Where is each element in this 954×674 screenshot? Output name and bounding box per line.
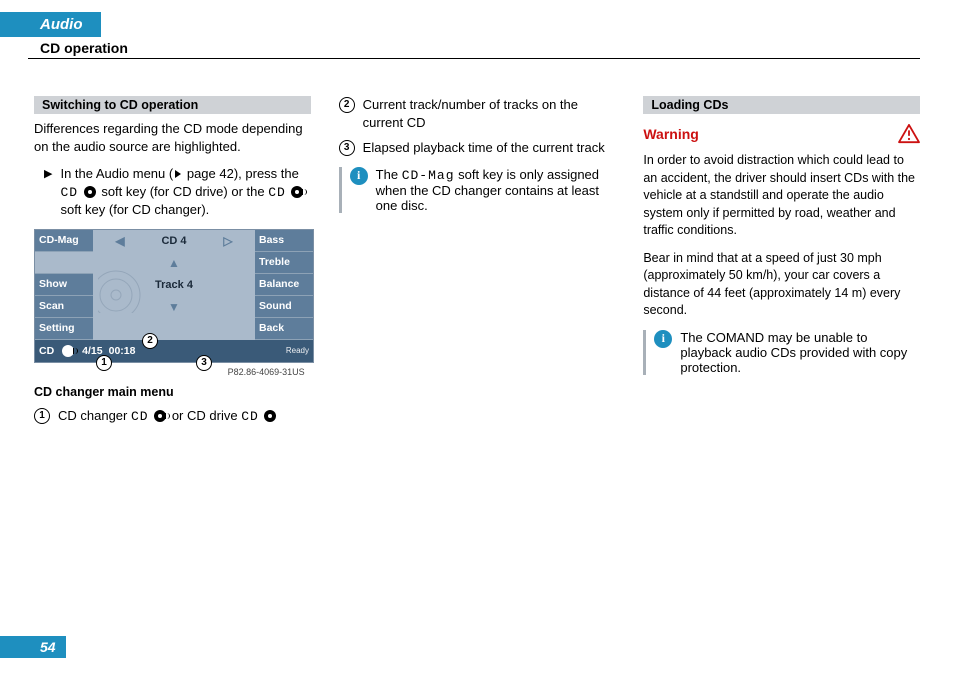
cd-changer-icon <box>291 186 303 198</box>
cd-drive-icon <box>264 410 276 422</box>
subheading-switching: Switching to CD operation <box>34 96 311 114</box>
legend-item-3: 3 Elapsed playback time of the current t… <box>339 139 616 157</box>
text: CD changer <box>58 408 131 423</box>
softkey-label: CD <box>131 409 149 424</box>
info-note: i The CD-Mag soft key is only assigned w… <box>339 167 616 213</box>
text: or CD drive <box>168 408 241 423</box>
info-text: The CD-Mag soft key is only assigned whe… <box>376 167 616 213</box>
info-note-2: i The COMAND may be unable to playback a… <box>643 330 920 375</box>
softkey-cdmag: CD-Mag <box>35 230 93 252</box>
callout-3-ref: 3 <box>339 140 355 156</box>
softkey-bass: Bass <box>255 230 313 252</box>
status-disc-icon <box>62 345 74 357</box>
legend-text: Current track/number of tracks on the cu… <box>363 96 616 131</box>
warning-paragraph-2: Bear in mind that at a speed of just 30 … <box>643 250 920 320</box>
info-text: The COMAND may be unable to playback aud… <box>680 330 920 375</box>
cd-number-label: CD 4 <box>147 230 201 252</box>
softkey-balance: Balance <box>255 274 313 296</box>
warning-label: Warning <box>643 126 698 142</box>
column-1: Switching to CD operation Differences re… <box>34 96 311 433</box>
nav-right-icon: ▷ <box>201 230 255 252</box>
status-bar: CD 4/15 00:18 Ready <box>35 340 313 362</box>
content-columns: Switching to CD operation Differences re… <box>34 96 920 433</box>
subheading-loading: Loading CDs <box>643 96 920 114</box>
legend-text: CD changer CD or CD drive CD <box>58 407 278 426</box>
column-2: 2 Current track/number of tracks on the … <box>339 96 616 433</box>
section-title: CD operation <box>40 40 128 56</box>
instruction-step: ▶ In the Audio menu ( page 42), press th… <box>34 165 311 219</box>
warning-paragraph-1: In order to avoid distraction which coul… <box>643 152 920 240</box>
callout-2-ref: 2 <box>339 97 355 113</box>
legend-item-1: 1 CD changer CD or CD drive CD <box>34 407 311 426</box>
text: The <box>376 167 402 182</box>
softkey-setting: Setting <box>35 318 93 340</box>
softkey-show: Show <box>35 274 93 296</box>
softkey-scan: Scan <box>35 296 93 318</box>
warning-triangle-icon <box>898 124 920 144</box>
softkey-label: CD <box>241 409 259 424</box>
legend-text: Elapsed playback time of the current tra… <box>363 139 605 157</box>
figure-caption: CD changer main menu <box>34 385 311 399</box>
device-screenshot: CD-Mag ◀ CD 4 ▷ Bass ▲ Treble Show Track… <box>34 229 314 363</box>
text: soft key (for CD changer). <box>60 202 209 217</box>
info-icon: i <box>654 330 672 348</box>
chapter-tab: Audio <box>0 12 101 37</box>
figure-reference: P82.86-4069-31US <box>34 367 305 377</box>
status-ready: Ready <box>286 346 309 355</box>
softkey-treble: Treble <box>255 252 313 274</box>
softkey-back: Back <box>255 318 313 340</box>
cd-drive-icon <box>84 186 96 198</box>
status-track-count: 4/15 <box>82 345 102 357</box>
legend-item-2: 2 Current track/number of tracks on the … <box>339 96 616 131</box>
step-marker-icon: ▶ <box>44 167 52 180</box>
manual-page: Audio CD operation Switching to CD opera… <box>0 0 954 674</box>
page-reference: page 42 <box>187 166 234 181</box>
softkey-label: CD <box>60 185 78 200</box>
page-number: 54 <box>0 636 66 658</box>
status-cd: CD <box>39 345 54 357</box>
softkey-empty <box>35 252 93 274</box>
warning-header: Warning <box>643 124 920 144</box>
softkey-sound: Sound <box>255 296 313 318</box>
status-time: 00:18 <box>109 345 136 357</box>
info-icon: i <box>350 167 368 185</box>
horizontal-rule <box>28 58 920 59</box>
softkey-label: CD <box>268 185 286 200</box>
intro-paragraph: Differences regarding the CD mode depend… <box>34 120 311 155</box>
instruction-text: In the Audio menu ( page 42), press the … <box>60 165 310 219</box>
text: ), press the <box>234 166 299 181</box>
softkey-label: CD-Mag <box>402 168 455 183</box>
text: soft key (for CD drive) or the <box>98 184 269 199</box>
cd-changer-icon <box>154 410 166 422</box>
nav-left-icon: ◀ <box>93 230 147 252</box>
cd-art-icon <box>98 253 158 313</box>
page-ref-icon <box>175 170 181 178</box>
column-3: Loading CDs Warning In order to avoid di… <box>643 96 920 433</box>
callout-1-ref: 1 <box>34 408 50 424</box>
text: In the Audio menu ( <box>60 166 173 181</box>
